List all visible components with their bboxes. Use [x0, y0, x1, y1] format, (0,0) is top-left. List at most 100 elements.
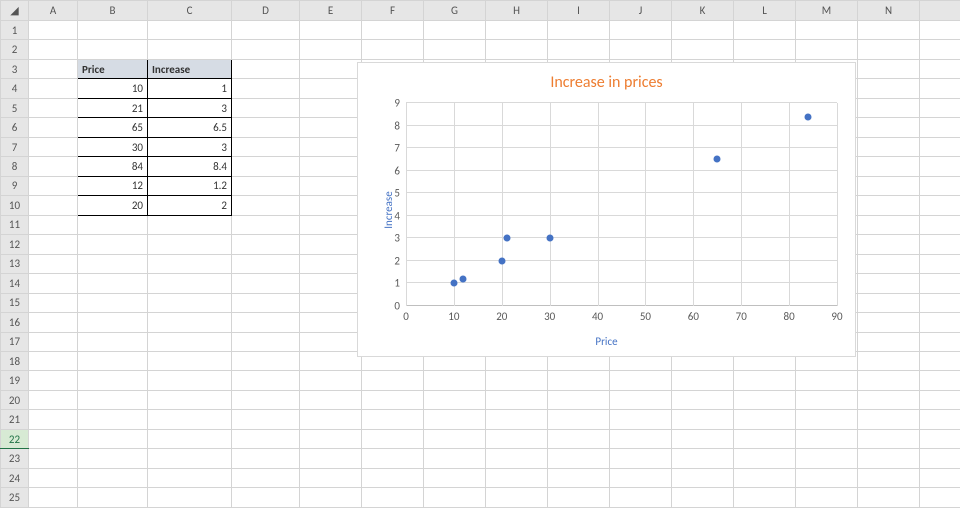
cell-E11[interactable] — [300, 215, 362, 234]
cell-C21[interactable] — [148, 410, 232, 429]
cell-D18[interactable] — [232, 351, 300, 370]
cell-N18[interactable] — [858, 351, 920, 370]
cell-F20[interactable] — [362, 390, 424, 409]
row-header-23[interactable]: 23 — [1, 449, 29, 468]
cell-D3[interactable] — [232, 59, 300, 78]
row-1[interactable]: 1 — [1, 21, 960, 40]
row-22[interactable]: 22 — [1, 429, 960, 448]
cell-C1[interactable] — [148, 21, 232, 40]
cell-A21[interactable] — [29, 410, 78, 429]
cell-M19[interactable] — [796, 371, 858, 390]
cell-D9[interactable] — [232, 176, 300, 195]
cell-D7[interactable] — [232, 137, 300, 156]
cell-N16[interactable] — [858, 313, 920, 332]
column-header-M[interactable]: M — [796, 1, 858, 21]
cell-K21[interactable] — [672, 410, 734, 429]
chart-point-4[interactable] — [805, 113, 812, 120]
cell-M24[interactable] — [796, 468, 858, 487]
cell-N14[interactable] — [858, 274, 920, 293]
cell-F23[interactable] — [362, 449, 424, 468]
cell-N24[interactable] — [858, 468, 920, 487]
cell-N20[interactable] — [858, 390, 920, 409]
row-header-19[interactable]: 19 — [1, 371, 29, 390]
cell-B25[interactable] — [78, 488, 148, 508]
chart-container[interactable]: Increase in prices Increase Price 012345… — [357, 62, 856, 357]
cell-N17[interactable] — [858, 332, 920, 351]
cell-B14[interactable] — [78, 274, 148, 293]
row-header-6[interactable]: 6 — [1, 118, 29, 137]
cell-M20[interactable] — [796, 390, 858, 409]
table-cell-increase-6[interactable]: 2 — [148, 196, 232, 215]
cell-A1[interactable] — [29, 21, 78, 40]
cell-G22[interactable] — [424, 429, 486, 448]
cell-J21[interactable] — [610, 410, 672, 429]
cell-A23[interactable] — [29, 449, 78, 468]
row-header-1[interactable]: 1 — [1, 21, 29, 40]
cell-J20[interactable] — [610, 390, 672, 409]
cell-D17[interactable] — [232, 332, 300, 351]
cell-C24[interactable] — [148, 468, 232, 487]
cell-E21[interactable] — [300, 410, 362, 429]
cell-B15[interactable] — [78, 293, 148, 312]
cell-D15[interactable] — [232, 293, 300, 312]
row-header-17[interactable]: 17 — [1, 332, 29, 351]
cell-D11[interactable] — [232, 215, 300, 234]
cell-L24[interactable] — [734, 468, 796, 487]
cell-D4[interactable] — [232, 79, 300, 98]
row-header-21[interactable]: 21 — [1, 410, 29, 429]
cell-F1[interactable] — [362, 21, 424, 40]
cell-B17[interactable] — [78, 332, 148, 351]
table-cell-increase-5[interactable]: 1.2 — [148, 176, 232, 195]
row-23[interactable]: 23 — [1, 449, 960, 468]
cell-N21[interactable] — [858, 410, 920, 429]
cell-I21[interactable] — [548, 410, 610, 429]
row-header-12[interactable]: 12 — [1, 235, 29, 254]
cell-B13[interactable] — [78, 254, 148, 273]
row-19[interactable]: 19 — [1, 371, 960, 390]
cell-C16[interactable] — [148, 313, 232, 332]
cell-L22[interactable] — [734, 429, 796, 448]
cell-J1[interactable] — [610, 21, 672, 40]
cell-A24[interactable] — [29, 468, 78, 487]
chart-plot-area[interactable]: 01234567890102030405060708090 — [406, 103, 837, 306]
cell-E3[interactable] — [300, 59, 362, 78]
cell-L2[interactable] — [734, 40, 796, 59]
cell-G1[interactable] — [424, 21, 486, 40]
cell-M1[interactable] — [796, 21, 858, 40]
cell-D19[interactable] — [232, 371, 300, 390]
cell-B24[interactable] — [78, 468, 148, 487]
table-header-price[interactable]: Price — [78, 59, 148, 78]
cell-D20[interactable] — [232, 390, 300, 409]
cell-E1[interactable] — [300, 21, 362, 40]
row-20[interactable]: 20 — [1, 390, 960, 409]
cell-E17[interactable] — [300, 332, 362, 351]
cell-E23[interactable] — [300, 449, 362, 468]
cell-I19[interactable] — [548, 371, 610, 390]
row-header-11[interactable]: 11 — [1, 215, 29, 234]
column-header-N[interactable]: N — [858, 1, 920, 21]
column-header-L[interactable]: L — [734, 1, 796, 21]
cell-D12[interactable] — [232, 235, 300, 254]
cell-A22[interactable] — [29, 429, 78, 448]
cell-H21[interactable] — [486, 410, 548, 429]
cell-E10[interactable] — [300, 196, 362, 215]
cell-E13[interactable] — [300, 254, 362, 273]
cell-B19[interactable] — [78, 371, 148, 390]
cell-A11[interactable] — [29, 215, 78, 234]
column-header-H[interactable]: H — [486, 1, 548, 21]
cell-G21[interactable] — [424, 410, 486, 429]
row-header-5[interactable]: 5 — [1, 98, 29, 117]
cell-E20[interactable] — [300, 390, 362, 409]
cell-A13[interactable] — [29, 254, 78, 273]
cell-H23[interactable] — [486, 449, 548, 468]
cell-E7[interactable] — [300, 137, 362, 156]
cell-A9[interactable] — [29, 176, 78, 195]
cell-D8[interactable] — [232, 157, 300, 176]
table-cell-increase-2[interactable]: 6.5 — [148, 118, 232, 137]
cell-N19[interactable] — [858, 371, 920, 390]
row-21[interactable]: 21 — [1, 410, 960, 429]
table-cell-price-3[interactable]: 30 — [78, 137, 148, 156]
cell-F2[interactable] — [362, 40, 424, 59]
row-header-20[interactable]: 20 — [1, 390, 29, 409]
cell-H1[interactable] — [486, 21, 548, 40]
